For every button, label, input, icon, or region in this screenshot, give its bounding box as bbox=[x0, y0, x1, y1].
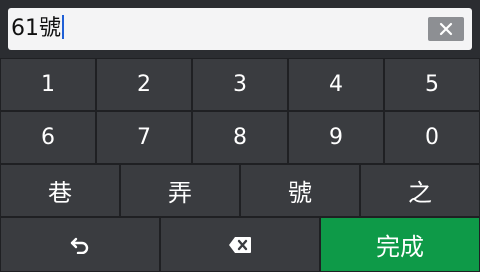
backspace-button[interactable] bbox=[160, 217, 320, 272]
key-lane[interactable]: 巷 bbox=[0, 164, 120, 217]
key-2[interactable]: 2 bbox=[96, 58, 192, 111]
input-value: 61號 bbox=[11, 16, 61, 41]
keypad: 1 2 3 4 5 6 7 8 9 0 巷 弄 號 之 完成 bbox=[0, 58, 480, 272]
key-6[interactable]: 6 bbox=[0, 111, 96, 164]
keypad-row-3: 巷 弄 號 之 bbox=[0, 164, 480, 217]
address-input[interactable]: 61號 bbox=[8, 8, 472, 50]
key-9[interactable]: 9 bbox=[288, 111, 384, 164]
key-1[interactable]: 1 bbox=[0, 58, 96, 111]
keypad-row-1: 1 2 3 4 5 bbox=[0, 58, 480, 111]
clear-button[interactable] bbox=[428, 17, 464, 41]
undo-arrow-icon bbox=[70, 237, 89, 254]
text-caret bbox=[62, 15, 64, 39]
key-alley[interactable]: 弄 bbox=[120, 164, 240, 217]
key-7[interactable]: 7 bbox=[96, 111, 192, 164]
close-icon bbox=[439, 22, 453, 36]
keypad-row-2: 6 7 8 9 0 bbox=[0, 111, 480, 164]
key-3[interactable]: 3 bbox=[192, 58, 288, 111]
back-button[interactable] bbox=[0, 217, 160, 272]
keypad-row-4: 完成 bbox=[0, 217, 480, 272]
key-4[interactable]: 4 bbox=[288, 58, 384, 111]
input-value-wrap: 61號 bbox=[11, 8, 64, 50]
done-button[interactable]: 完成 bbox=[320, 217, 480, 272]
input-bar: 61號 bbox=[0, 0, 480, 58]
key-0[interactable]: 0 bbox=[384, 111, 480, 164]
key-of[interactable]: 之 bbox=[360, 164, 480, 217]
key-number[interactable]: 號 bbox=[240, 164, 360, 217]
key-5[interactable]: 5 bbox=[384, 58, 480, 111]
key-8[interactable]: 8 bbox=[192, 111, 288, 164]
backspace-icon bbox=[229, 236, 251, 253]
numeric-address-keypad-screen: 61號 1 2 3 4 5 6 7 8 9 0 巷 弄 號 之 完成 bbox=[0, 0, 480, 272]
